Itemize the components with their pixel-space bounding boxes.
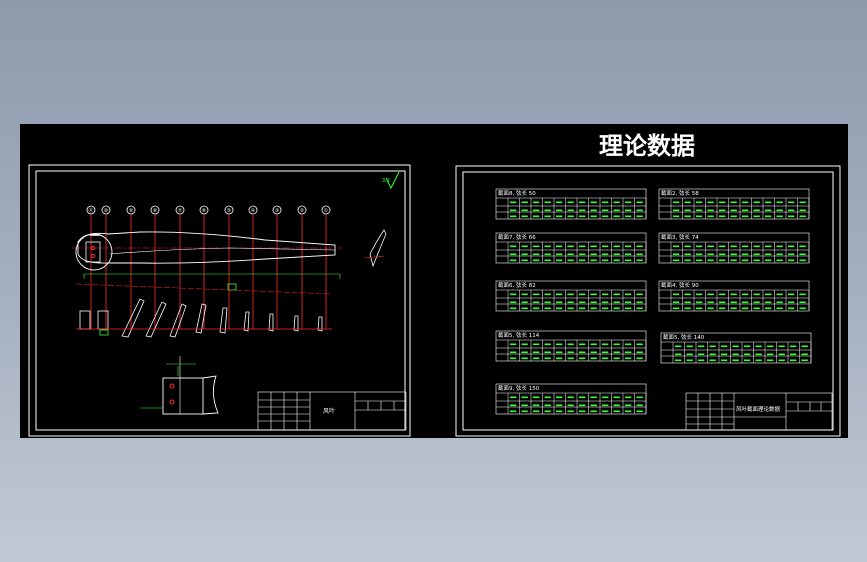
section-table-label: 截面5, 弦长 140 [663, 333, 705, 341]
section-table: 截面2, 弦长 58 [658, 188, 810, 220]
balloon-label: ② [300, 208, 305, 214]
section-table: 截面8, 弦长 50 [495, 188, 647, 220]
balloon-label: ⑩ [104, 208, 109, 214]
sheet-2: 理论数据 截面8, 弦长 50 截面2, 弦长 58 截面7, 弦长 66 截面3, … [455, 132, 841, 437]
balloon-label: ⑧ [153, 208, 158, 214]
sheet-1: 3.2 ⑪ ⑩ ⑨ ⑧ ⑦ ⑥ ⑤ ④ ③ ② ① 风叶 [28, 164, 411, 437]
balloon-label: ④ [251, 208, 256, 214]
section-balloons [86, 205, 331, 215]
section-table-label: 截面3, 弦长 74 [661, 233, 699, 241]
hub-detail-circle [75, 233, 113, 271]
balloon-label: ③ [275, 208, 279, 214]
section-table-label: 截面5, 弦长 114 [498, 331, 540, 339]
section-table: 截面5, 弦长 140 [660, 332, 812, 364]
section-table-label: 截面8, 弦长 50 [498, 189, 536, 197]
section-table-label: 截面4, 弦长 90 [661, 281, 699, 289]
section-tables: 截面8, 弦长 50 截面2, 弦长 58 截面7, 弦长 66 截面3, 弦长 74… [495, 188, 812, 415]
balloon-label: ① [324, 208, 329, 214]
balloon-label: ⑤ [227, 208, 231, 214]
balloon-label: ⑨ [129, 208, 133, 214]
section-table: 截面7, 弦长 66 [495, 232, 647, 264]
cad-viewport[interactable]: 3.2 ⑪ ⑩ ⑨ ⑧ ⑦ ⑥ ⑤ ④ ③ ② ① 风叶 理论数据 截面8, 弦… [20, 124, 848, 438]
section-table-label: 截面9, 弦长 150 [498, 384, 540, 392]
section-lines [90, 214, 327, 329]
hub-detail-view [140, 356, 219, 415]
balloon-label: ⑪ [88, 207, 93, 214]
sheet-2-outer-frame [455, 165, 841, 437]
balloon-label: ⑥ [202, 208, 207, 214]
section-table: 截面9, 弦长 150 [495, 383, 647, 415]
surface-finish-value: 3.2 [382, 178, 390, 184]
section-table-label: 截面2, 弦长 58 [661, 189, 699, 197]
drawing-canvas: 3.2 ⑪ ⑩ ⑨ ⑧ ⑦ ⑥ ⑤ ④ ③ ② ① 风叶 理论数据 截面8, 弦… [28, 132, 841, 437]
sheet-1-part-name: 风叶 [323, 407, 335, 415]
sheet-2-part-name: 风叶截面理论数据 [736, 405, 781, 413]
section-table-label: 截面6, 弦长 82 [498, 281, 536, 289]
section-table: 截面6, 弦长 82 [495, 280, 647, 312]
balloon-label: ⑦ [178, 208, 183, 214]
sheet-2-heading: 理论数据 [599, 132, 695, 160]
blade-plan-view [72, 231, 342, 279]
section-table: 截面4, 弦长 90 [658, 280, 810, 312]
section-table-label: 截面7, 弦长 66 [498, 233, 536, 241]
balloon-labels: ⑪ ⑩ ⑨ ⑧ ⑦ ⑥ ⑤ ④ ③ ② ① [88, 207, 328, 214]
sheet-1-outer-frame [28, 164, 411, 437]
section-table: 截面3, 弦长 74 [658, 232, 810, 264]
tip-section-view [363, 229, 387, 268]
surface-finish-symbol: 3.2 [382, 171, 400, 190]
section-table: 截面5, 弦长 114 [495, 330, 647, 362]
